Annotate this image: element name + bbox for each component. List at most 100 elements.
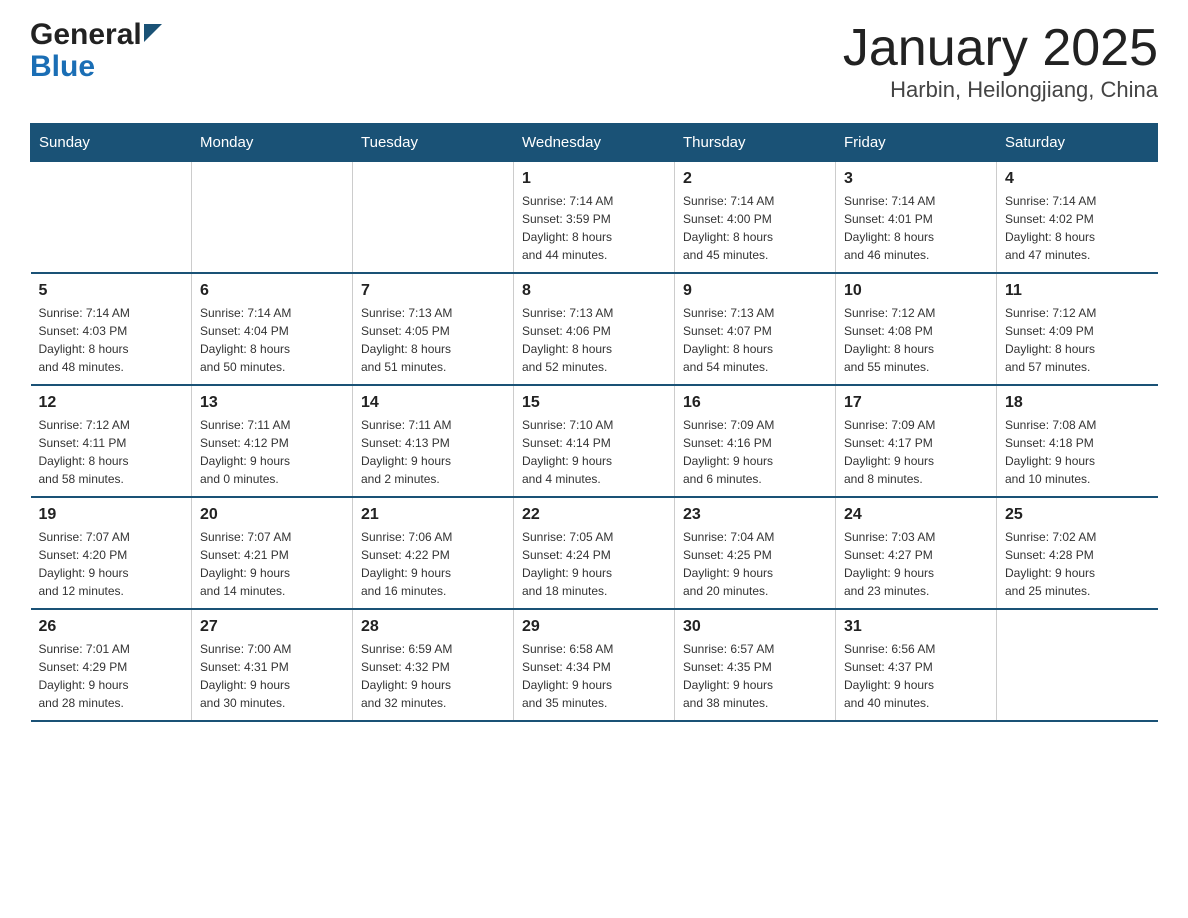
day-cell: 26Sunrise: 7:01 AM Sunset: 4:29 PM Dayli… (31, 609, 192, 721)
day-number: 21 (361, 506, 505, 524)
day-number: 19 (39, 506, 184, 524)
day-cell: 29Sunrise: 6:58 AM Sunset: 4:34 PM Dayli… (514, 609, 675, 721)
header-cell-thursday: Thursday (675, 124, 836, 162)
day-info: Sunrise: 7:08 AM Sunset: 4:18 PM Dayligh… (1005, 416, 1150, 488)
day-info: Sunrise: 6:57 AM Sunset: 4:35 PM Dayligh… (683, 640, 827, 712)
day-number: 10 (844, 282, 988, 300)
day-info: Sunrise: 7:13 AM Sunset: 4:07 PM Dayligh… (683, 304, 827, 376)
day-number: 17 (844, 394, 988, 412)
header-cell-wednesday: Wednesday (514, 124, 675, 162)
week-row-3: 12Sunrise: 7:12 AM Sunset: 4:11 PM Dayli… (31, 385, 1158, 497)
day-cell (192, 162, 353, 274)
day-number: 16 (683, 394, 827, 412)
day-number: 30 (683, 618, 827, 636)
calendar-subtitle: Harbin, Heilongjiang, China (843, 77, 1158, 103)
day-cell: 10 Sunrise: 7:12 AM Sunset: 4:08 PM Dayli… (836, 273, 997, 385)
day-cell: 22 Sunrise: 7:05 AM Sunset: 4:24 PM Dayli… (514, 497, 675, 609)
day-info: Sunrise: 7:05 AM Sunset: 4:24 PM Dayligh… (522, 528, 666, 600)
day-number: 15 (522, 394, 666, 412)
day-number: 12 (39, 394, 184, 412)
week-row-1: 1 Sunrise: 7:14 AM Sunset: 3:59 PM Daylig… (31, 162, 1158, 274)
day-info: Sunrise: 7:12 AM Sunset: 4:08 PM Dayligh… (844, 304, 988, 376)
day-info: Sunrise: 6:59 AM Sunset: 4:32 PM Dayligh… (361, 640, 505, 712)
day-cell: 21 Sunrise: 7:06 AM Sunset: 4:22 PM Dayli… (353, 497, 514, 609)
day-cell: 23Sunrise: 7:04 AM Sunset: 4:25 PM Dayli… (675, 497, 836, 609)
day-cell: 27 Sunrise: 7:00 AM Sunset: 4:31 PM Dayli… (192, 609, 353, 721)
day-number: 2 (683, 170, 827, 188)
day-info: Sunrise: 7:13 AM Sunset: 4:06 PM Dayligh… (522, 304, 666, 376)
calendar-title: January 2025 (843, 20, 1158, 77)
calendar-table: SundayMondayTuesdayWednesdayThursdayFrid… (30, 123, 1158, 722)
day-info: Sunrise: 7:00 AM Sunset: 4:31 PM Dayligh… (200, 640, 344, 712)
day-cell: 18 Sunrise: 7:08 AM Sunset: 4:18 PM Dayli… (997, 385, 1158, 497)
day-number: 25 (1005, 506, 1150, 524)
day-number: 11 (1005, 282, 1150, 300)
day-info: Sunrise: 7:14 AM Sunset: 3:59 PM Dayligh… (522, 192, 666, 264)
day-info: Sunrise: 7:10 AM Sunset: 4:14 PM Dayligh… (522, 416, 666, 488)
day-number: 14 (361, 394, 505, 412)
day-number: 1 (522, 170, 666, 188)
day-number: 22 (522, 506, 666, 524)
day-number: 18 (1005, 394, 1150, 412)
day-number: 31 (844, 618, 988, 636)
day-info: Sunrise: 6:56 AM Sunset: 4:37 PM Dayligh… (844, 640, 988, 712)
day-info: Sunrise: 7:06 AM Sunset: 4:22 PM Dayligh… (361, 528, 505, 600)
day-info: Sunrise: 7:14 AM Sunset: 4:02 PM Dayligh… (1005, 192, 1150, 264)
day-cell (997, 609, 1158, 721)
logo-arrow-icon (144, 24, 162, 46)
day-info: Sunrise: 7:14 AM Sunset: 4:01 PM Dayligh… (844, 192, 988, 264)
day-info: Sunrise: 7:12 AM Sunset: 4:09 PM Dayligh… (1005, 304, 1150, 376)
day-number: 4 (1005, 170, 1150, 188)
header-cell-sunday: Sunday (31, 124, 192, 162)
day-info: Sunrise: 7:03 AM Sunset: 4:27 PM Dayligh… (844, 528, 988, 600)
day-info: Sunrise: 7:13 AM Sunset: 4:05 PM Dayligh… (361, 304, 505, 376)
day-info: Sunrise: 7:14 AM Sunset: 4:04 PM Dayligh… (200, 304, 344, 376)
day-cell: 8 Sunrise: 7:13 AM Sunset: 4:06 PM Daylig… (514, 273, 675, 385)
header-row: SundayMondayTuesdayWednesdayThursdayFrid… (31, 124, 1158, 162)
day-number: 27 (200, 618, 344, 636)
day-cell: 16Sunrise: 7:09 AM Sunset: 4:16 PM Dayli… (675, 385, 836, 497)
day-info: Sunrise: 7:04 AM Sunset: 4:25 PM Dayligh… (683, 528, 827, 600)
day-info: Sunrise: 7:14 AM Sunset: 4:03 PM Dayligh… (39, 304, 184, 376)
week-row-5: 26Sunrise: 7:01 AM Sunset: 4:29 PM Dayli… (31, 609, 1158, 721)
day-cell: 28 Sunrise: 6:59 AM Sunset: 4:32 PM Dayli… (353, 609, 514, 721)
logo: General Blue (30, 20, 163, 84)
day-info: Sunrise: 7:07 AM Sunset: 4:20 PM Dayligh… (39, 528, 184, 600)
header-cell-friday: Friday (836, 124, 997, 162)
day-cell: 11 Sunrise: 7:12 AM Sunset: 4:09 PM Dayli… (997, 273, 1158, 385)
header-cell-saturday: Saturday (997, 124, 1158, 162)
day-info: Sunrise: 7:09 AM Sunset: 4:17 PM Dayligh… (844, 416, 988, 488)
day-cell: 15 Sunrise: 7:10 AM Sunset: 4:14 PM Dayli… (514, 385, 675, 497)
header-cell-monday: Monday (192, 124, 353, 162)
day-cell: 3 Sunrise: 7:14 AM Sunset: 4:01 PM Daylig… (836, 162, 997, 274)
day-cell (353, 162, 514, 274)
logo-blue-text: Blue (30, 50, 95, 83)
day-cell: 6 Sunrise: 7:14 AM Sunset: 4:04 PM Daylig… (192, 273, 353, 385)
day-number: 3 (844, 170, 988, 188)
day-cell: 7 Sunrise: 7:13 AM Sunset: 4:05 PM Daylig… (353, 273, 514, 385)
day-cell: 24 Sunrise: 7:03 AM Sunset: 4:27 PM Dayli… (836, 497, 997, 609)
day-number: 8 (522, 282, 666, 300)
day-info: Sunrise: 7:14 AM Sunset: 4:00 PM Dayligh… (683, 192, 827, 264)
title-block: January 2025 Harbin, Heilongjiang, China (843, 20, 1158, 103)
day-number: 28 (361, 618, 505, 636)
day-info: Sunrise: 7:02 AM Sunset: 4:28 PM Dayligh… (1005, 528, 1150, 600)
day-number: 20 (200, 506, 344, 524)
day-number: 26 (39, 618, 184, 636)
day-info: Sunrise: 7:11 AM Sunset: 4:12 PM Dayligh… (200, 416, 344, 488)
day-number: 6 (200, 282, 344, 300)
day-number: 7 (361, 282, 505, 300)
arrow-svg (144, 24, 162, 42)
day-number: 13 (200, 394, 344, 412)
week-row-4: 19 Sunrise: 7:07 AM Sunset: 4:20 PM Dayli… (31, 497, 1158, 609)
day-cell: 30 Sunrise: 6:57 AM Sunset: 4:35 PM Dayli… (675, 609, 836, 721)
day-cell: 19 Sunrise: 7:07 AM Sunset: 4:20 PM Dayli… (31, 497, 192, 609)
day-cell: 9Sunrise: 7:13 AM Sunset: 4:07 PM Daylig… (675, 273, 836, 385)
day-info: Sunrise: 6:58 AM Sunset: 4:34 PM Dayligh… (522, 640, 666, 712)
day-cell: 2 Sunrise: 7:14 AM Sunset: 4:00 PM Daylig… (675, 162, 836, 274)
day-cell: 17 Sunrise: 7:09 AM Sunset: 4:17 PM Dayli… (836, 385, 997, 497)
day-cell: 1 Sunrise: 7:14 AM Sunset: 3:59 PM Daylig… (514, 162, 675, 274)
day-cell: 13 Sunrise: 7:11 AM Sunset: 4:12 PM Dayli… (192, 385, 353, 497)
day-cell: 31 Sunrise: 6:56 AM Sunset: 4:37 PM Dayli… (836, 609, 997, 721)
day-number: 24 (844, 506, 988, 524)
